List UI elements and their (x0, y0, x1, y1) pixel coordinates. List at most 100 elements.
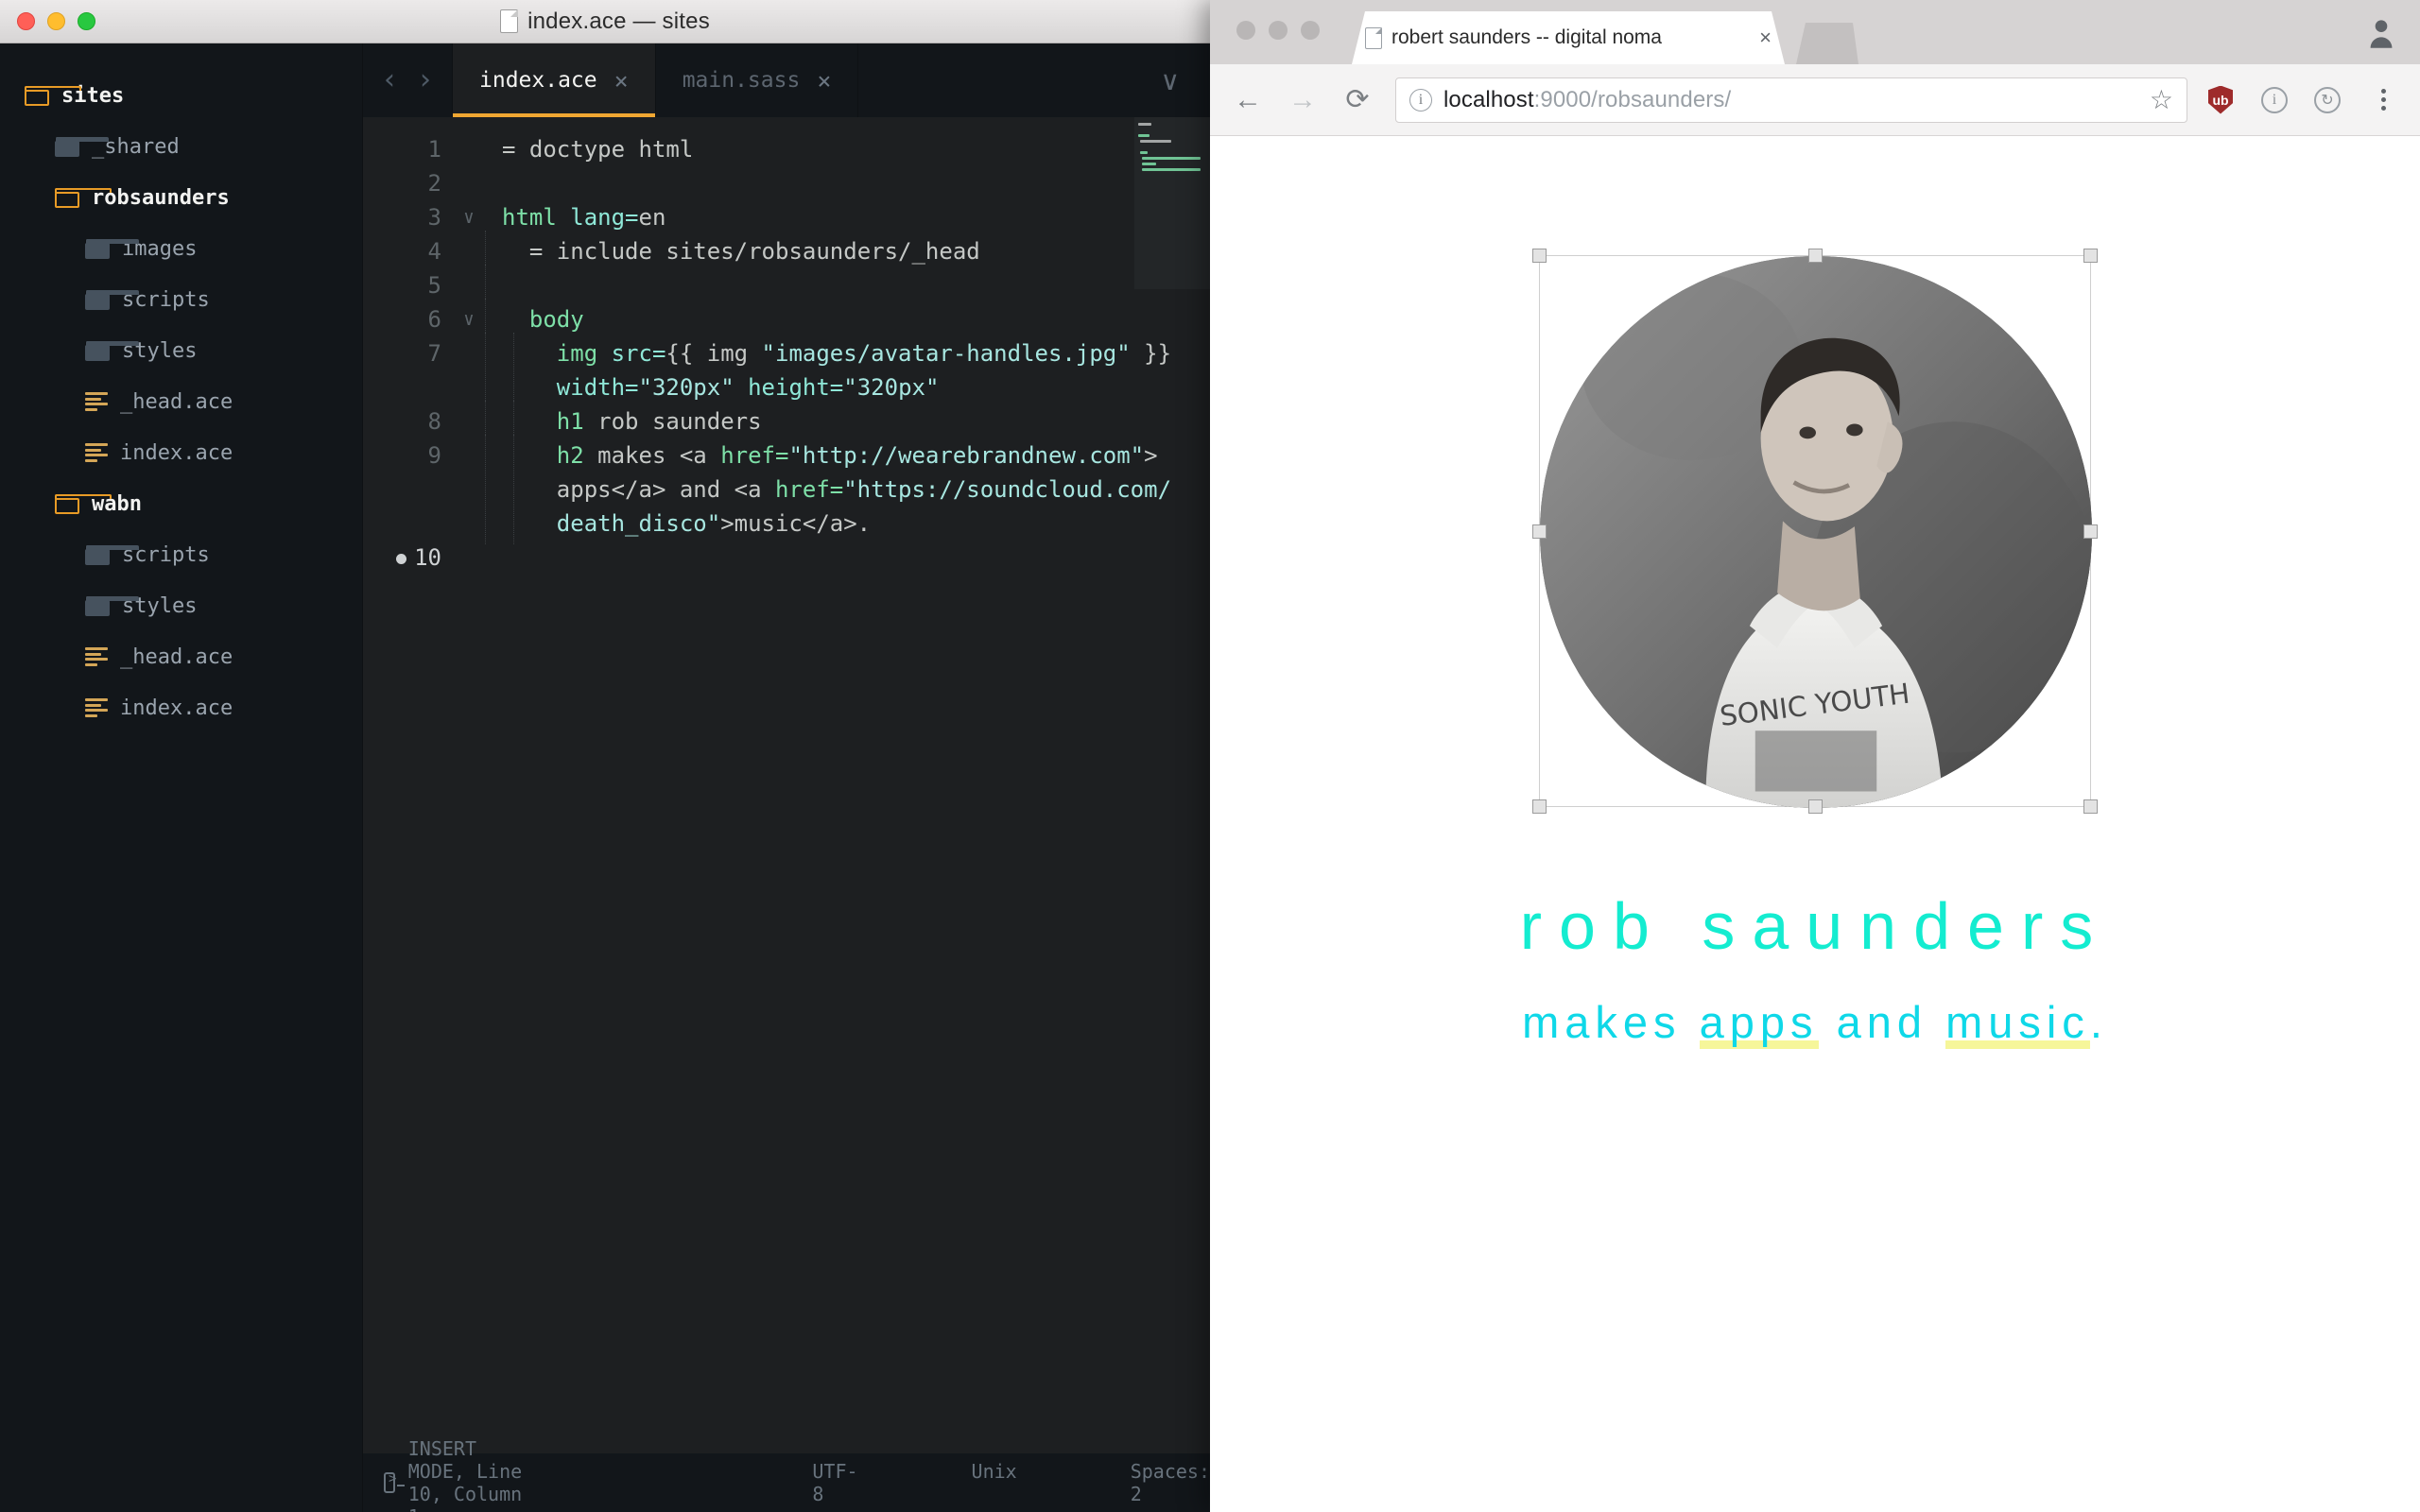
resize-handle-bottom-right[interactable] (2083, 799, 2098, 814)
editor-tab-index-ace[interactable]: index.ace × (452, 43, 655, 117)
tree-item-scripts[interactable]: scripts (0, 529, 362, 580)
tab-list-dropdown-icon[interactable]: ∨ (1160, 43, 1210, 117)
tree-item--head-ace[interactable]: _head.ace (0, 376, 362, 427)
resize-handle-middle-right[interactable] (2083, 524, 2098, 539)
browser-zoom-button[interactable] (1301, 21, 1320, 40)
editor-window-title: index.ace — sites (0, 9, 1210, 35)
chrome-menu-button[interactable] (2367, 89, 2399, 111)
cursor-marker (396, 553, 407, 564)
browser-minimize-button[interactable] (1269, 21, 1288, 40)
new-tab-button[interactable] (1796, 23, 1858, 64)
code-line[interactable]: 9 h2 makes <a href="http://wearebrandnew… (363, 435, 1210, 544)
code-token: img (502, 340, 612, 367)
tree-item-wabn[interactable]: wabn (0, 478, 362, 529)
editor-tab-main-sass[interactable]: main.sass × (654, 43, 858, 117)
forward-button[interactable]: → (1286, 85, 1320, 114)
code-token: body (502, 306, 584, 333)
tree-item-robsaunders[interactable]: robsaunders (0, 172, 362, 223)
tree-item-index-ace[interactable]: index.ace (0, 427, 362, 478)
browser-close-button[interactable] (1236, 21, 1255, 40)
browser-toolbar: ← → ⟳ i localhost:9000/robsaunders/ ☆ ub… (1210, 64, 2420, 136)
tree-item-images[interactable]: images (0, 223, 362, 274)
file-icon (85, 698, 108, 717)
tree-item-styles[interactable]: styles (0, 580, 362, 631)
browser-window: robert saunders -- digital noma × ← → ⟳ … (1210, 0, 2420, 1512)
tree-item-styles[interactable]: styles (0, 325, 362, 376)
resize-handle-top-left[interactable] (1532, 249, 1547, 263)
nav-forward-icon[interactable]: › (420, 66, 431, 94)
code-editor[interactable]: 1 = doctype html 2 3 ∨ html lang=en 4 = inclu… (363, 117, 1210, 1453)
resize-handle-top-right[interactable] (2083, 249, 2098, 263)
back-button[interactable]: ← (1231, 85, 1265, 114)
code-token: "320px" (638, 374, 735, 401)
code-token: height= (748, 374, 844, 401)
music-link[interactable]: music (1945, 997, 2090, 1049)
code-token: href= (774, 476, 844, 503)
code-line[interactable]: 7 img src={{ img "images/avatar-handles.… (363, 333, 1210, 408)
profile-icon[interactable] (2367, 17, 2395, 49)
code-text: img src={{ img "images/avatar-handles.jp… (485, 333, 1210, 408)
code-line[interactable]: 6 ∨ body (363, 299, 1210, 340)
code-text: h1 rob saunders (485, 401, 1210, 442)
close-tab-icon[interactable]: × (614, 67, 629, 94)
code-line[interactable]: 4 = include sites/robsaunders/_head (363, 231, 1210, 272)
apps-link[interactable]: apps (1699, 997, 1819, 1049)
line-number: 2 (427, 170, 441, 197)
code-token: "images/avatar-handles.jpg" (761, 340, 1131, 367)
tree-item--shared[interactable]: _shared (0, 121, 362, 172)
sync-extension-icon[interactable]: ↻ (2314, 86, 2346, 113)
code-token: href= (720, 442, 789, 469)
file-tree[interactable]: sites _shared robsaunders images scripts styl… (0, 43, 363, 1512)
resize-handle-middle-left[interactable] (1532, 524, 1547, 539)
code-line[interactable]: 5 (363, 265, 1210, 306)
url-host: localhost (1443, 86, 1534, 112)
folder-closed-icon (85, 238, 139, 259)
file-icon (85, 443, 108, 462)
tree-item-index-ace[interactable]: index.ace (0, 682, 362, 733)
tree-item--head-ace[interactable]: _head.ace (0, 631, 362, 682)
resize-handle-bottom-center[interactable] (1808, 799, 1823, 814)
tab-bar-spacer (857, 43, 1161, 117)
tree-item-sites[interactable]: sites (0, 70, 362, 121)
line-number: 9 (427, 442, 441, 469)
page-subtitle: makes apps and music. (1210, 996, 2420, 1049)
page-title: rob saunders (1519, 889, 2111, 963)
resize-handle-bottom-left[interactable] (1532, 799, 1547, 814)
status-encoding[interactable]: UTF-8 (812, 1460, 857, 1505)
info-extension-icon[interactable]: i (2261, 86, 2293, 113)
fold-toggle-icon[interactable]: ∨ (453, 302, 485, 336)
close-tab-icon[interactable]: × (1759, 26, 1772, 50)
code-line[interactable]: 2 (363, 166, 1210, 200)
code-line[interactable]: 1 = doctype html (363, 132, 1210, 166)
page-viewport[interactable]: SONIC YOUTH rob saunders makes apps and … (1210, 136, 2420, 1512)
selected-image[interactable]: SONIC YOUTH (1532, 249, 2098, 814)
nav-back-icon[interactable]: ‹ (384, 66, 395, 94)
code-line[interactable]: 8 h1 rob saunders (363, 401, 1210, 442)
resize-handle-top-center[interactable] (1808, 249, 1823, 263)
status-indentation[interactable]: Spaces: 2 (1131, 1460, 1210, 1505)
ublock-origin-icon[interactable]: ub (2208, 85, 2240, 114)
status-mode[interactable]: INSERT MODE, Line 10, Column 1 (363, 1437, 528, 1512)
tree-item-scripts[interactable]: scripts (0, 274, 362, 325)
reload-button[interactable]: ⟳ (1340, 85, 1374, 114)
close-tab-icon[interactable]: × (817, 67, 831, 94)
code-token: en (638, 204, 666, 231)
tree-item-label: index.ace (120, 696, 233, 720)
address-bar[interactable]: i localhost:9000/robsaunders/ ☆ (1395, 77, 2187, 123)
code-text: = doctype html (485, 132, 1210, 166)
browser-tab[interactable]: robert saunders -- digital noma × (1352, 11, 1785, 64)
bookmark-star-icon[interactable]: ☆ (2150, 84, 2173, 115)
code-minimap[interactable] (1134, 117, 1210, 289)
site-info-icon[interactable]: i (1409, 88, 1432, 112)
line-number: 8 (427, 408, 441, 435)
avatar-image[interactable]: SONIC YOUTH (1540, 256, 2092, 808)
status-line-ending[interactable]: Unix (972, 1460, 1017, 1505)
code-line[interactable]: 3 ∨ html lang=en (363, 200, 1210, 234)
page-content: SONIC YOUTH rob saunders makes apps and … (1210, 136, 2420, 1049)
code-token: {{ img (666, 340, 762, 367)
file-icon (85, 647, 108, 666)
fold-toggle-icon[interactable]: ∨ (453, 200, 485, 234)
code-line[interactable]: 10 (363, 541, 1210, 575)
